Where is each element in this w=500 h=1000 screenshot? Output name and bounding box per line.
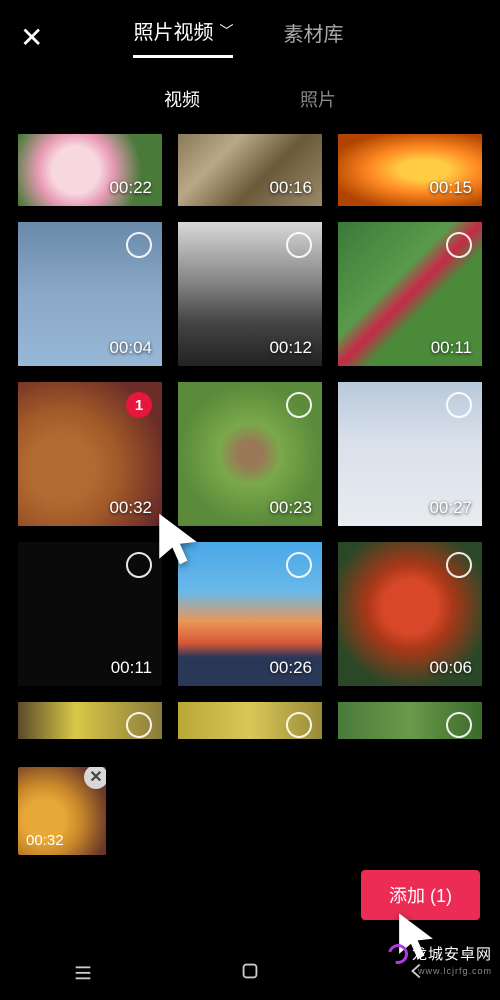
watermark-url: www.lcjrfg.com — [388, 966, 492, 976]
duration-label: 00:32 — [109, 498, 152, 518]
media-cell[interactable]: 00:04 — [18, 222, 162, 366]
media-cell[interactable]: 00:15 — [338, 134, 482, 206]
close-icon[interactable]: ✕ — [20, 21, 43, 54]
sub-tabs: 视频 照片 — [0, 68, 500, 134]
chevron-down-icon: ﹀ — [219, 21, 233, 41]
top-tabs: 照片视频 ﹀ 素材库 — [133, 16, 343, 58]
recent-apps-icon[interactable] — [72, 960, 94, 982]
select-ring[interactable] — [286, 552, 312, 578]
duration-label: 00:26 — [269, 658, 312, 678]
select-ring[interactable] — [126, 712, 152, 738]
duration-label: 00:04 — [109, 338, 152, 358]
media-cell[interactable] — [338, 702, 482, 739]
select-ring[interactable] — [126, 552, 152, 578]
remove-icon[interactable]: ✕ — [84, 767, 106, 789]
duration-label: 00:06 — [429, 658, 472, 678]
duration-label: 00:15 — [429, 178, 472, 198]
media-cell[interactable] — [18, 702, 162, 739]
tab-library[interactable]: 素材库 — [283, 16, 343, 58]
media-cell[interactable]: 00:23 — [178, 382, 322, 526]
media-cell[interactable]: 00:06 — [338, 542, 482, 686]
logo-icon — [384, 940, 411, 967]
duration-label: 00:27 — [429, 498, 472, 518]
duration-label: 00:23 — [269, 498, 312, 518]
duration-label: 00:32 — [26, 832, 64, 849]
duration-label: 00:22 — [109, 178, 152, 198]
duration-label: 00:11 — [431, 338, 472, 358]
media-cell[interactable]: 00:22 — [18, 134, 162, 206]
duration-label: 00:12 — [269, 338, 312, 358]
duration-label: 00:11 — [111, 658, 152, 678]
select-ring[interactable] — [446, 392, 472, 418]
selection-badge: 1 — [126, 392, 152, 418]
media-cell[interactable]: 00:27 — [338, 382, 482, 526]
tab-library-label: 素材库 — [283, 18, 343, 47]
select-ring[interactable] — [446, 232, 472, 258]
watermark-text: 龙城安卓网 — [412, 943, 492, 964]
add-button[interactable]: 添加 (1) — [361, 870, 480, 920]
tab-photo[interactable]: 照片 — [300, 86, 336, 112]
media-grid: 00:22 00:16 00:15 00:04 00:12 00:11 00:32 1 00:2… — [0, 134, 500, 739]
select-ring[interactable] — [126, 232, 152, 258]
select-ring[interactable] — [286, 712, 312, 738]
media-cell[interactable] — [178, 702, 322, 739]
media-cell[interactable]: 00:26 — [178, 542, 322, 686]
select-ring[interactable] — [286, 392, 312, 418]
tab-video[interactable]: 视频 — [164, 86, 200, 112]
media-cell[interactable]: 00:32 1 — [18, 382, 162, 526]
selected-strip: 00:32 ✕ — [18, 767, 106, 855]
tab-photo-video-label: 照片视频 — [133, 16, 213, 45]
select-ring[interactable] — [286, 232, 312, 258]
watermark: 龙城安卓网 www.lcjrfg.com — [388, 943, 492, 976]
media-cell[interactable]: 00:11 — [338, 222, 482, 366]
media-cell[interactable]: 00:11 — [18, 542, 162, 686]
duration-label: 00:16 — [269, 178, 312, 198]
select-ring[interactable] — [446, 712, 472, 738]
media-cell[interactable]: 00:12 — [178, 222, 322, 366]
selected-chip[interactable]: 00:32 ✕ — [18, 767, 106, 855]
select-ring[interactable] — [446, 552, 472, 578]
tab-photo-video[interactable]: 照片视频 ﹀ — [133, 16, 233, 58]
home-icon[interactable] — [239, 960, 261, 982]
media-cell[interactable]: 00:16 — [178, 134, 322, 206]
